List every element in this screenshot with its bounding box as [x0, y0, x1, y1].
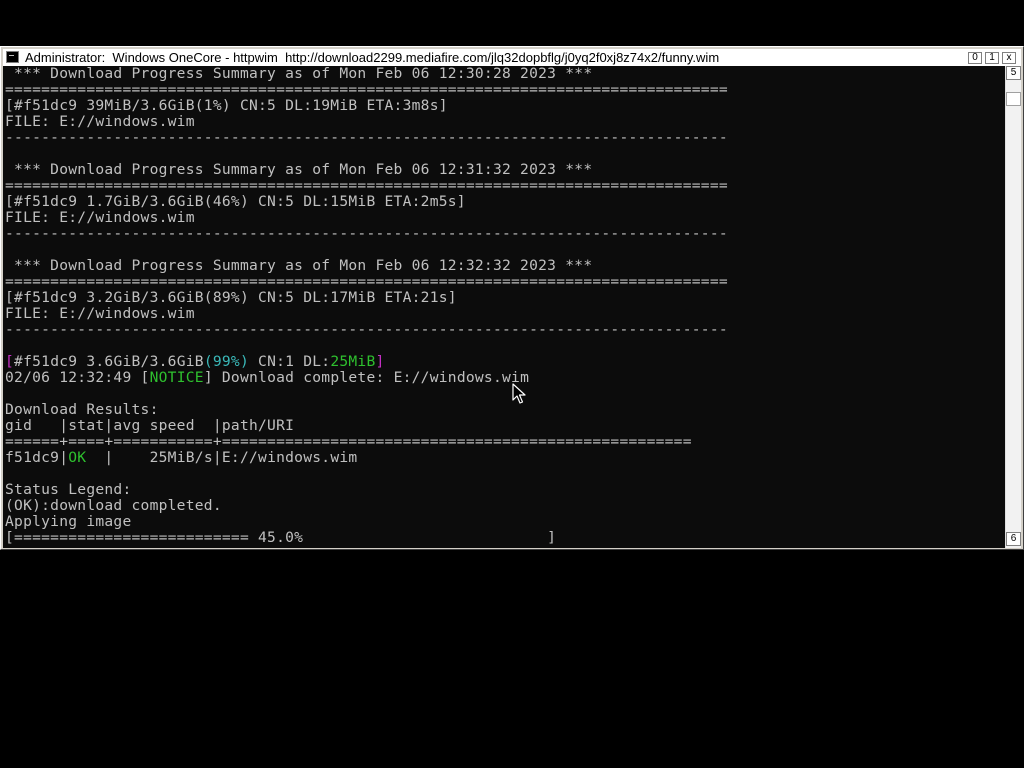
terminal-line: [========================== 45.0% ]: [5, 530, 728, 546]
terminal-line: FILE: E://windows.wim: [5, 114, 728, 130]
scroll-up-button[interactable]: 5: [1006, 66, 1021, 80]
terminal-text-segment: *** Download Progress Summary as of Mon …: [5, 257, 593, 274]
maximize-button[interactable]: 1: [985, 52, 999, 64]
scroll-thumb[interactable]: [1006, 92, 1021, 106]
terminal-line: ========================================…: [5, 82, 728, 98]
terminal-text-segment: NOTICE: [149, 369, 204, 386]
scroll-down-button[interactable]: 6: [1006, 532, 1021, 546]
terminal-text-segment: gid |stat|avg speed |path/URI: [5, 417, 295, 434]
terminal-text-segment: 25MiB: [330, 353, 376, 370]
terminal-text-segment: ]: [375, 353, 385, 370]
terminal-text-segment: ----------------------------------------…: [5, 225, 728, 242]
terminal-line: [#f51dc9 1.7GiB/3.6GiB(46%) CN:5 DL:15Mi…: [5, 194, 728, 210]
terminal-output[interactable]: *** Download Progress Summary as of Mon …: [3, 66, 1005, 548]
terminal-text-segment: [#f51dc9 39MiB/3.6GiB(1%) CN:5 DL:19MiB …: [5, 97, 448, 114]
terminal-line: ----------------------------------------…: [5, 130, 728, 146]
terminal-text-segment: [#f51dc9 1.7GiB/3.6GiB(46%) CN:5 DL:15Mi…: [5, 193, 466, 210]
terminal-line: ========================================…: [5, 274, 728, 290]
terminal-text-segment: 02/06 12:32:49 [: [5, 369, 150, 386]
vertical-scrollbar[interactable]: 5 6: [1005, 66, 1021, 548]
terminal-line: Applying image: [5, 514, 728, 530]
terminal-text-segment: ] Download complete: E://windows.wim: [203, 369, 530, 386]
terminal-text-segment: ========================================…: [5, 177, 728, 194]
terminal-text-segment: FILE: E://windows.wim: [5, 305, 195, 322]
terminal-text-segment: CN:1 DL:: [249, 353, 331, 370]
terminal-line: *** Download Progress Summary as of Mon …: [5, 162, 728, 178]
terminal-line: [#f51dc9 3.6GiB/3.6GiB(99%) CN:1 DL:25Mi…: [5, 354, 728, 370]
terminal-line: *** Download Progress Summary as of Mon …: [5, 258, 728, 274]
console-window: Administrator: Windows OneCore - httpwim…: [0, 46, 1024, 550]
terminal-text-segment: [: [5, 353, 15, 370]
terminal-text-segment: (99%): [203, 353, 249, 370]
terminal-line: Download Results:: [5, 402, 728, 418]
terminal-text-segment: *** Download Progress Summary as of Mon …: [5, 66, 593, 82]
terminal-line: *** Download Progress Summary as of Mon …: [5, 66, 728, 82]
terminal-text-segment: #f51dc9 3.6GiB/3.6GiB: [14, 353, 204, 370]
terminal-line: ----------------------------------------…: [5, 226, 728, 242]
terminal-text-segment: FILE: E://windows.wim: [5, 113, 195, 130]
terminal-text-segment: ----------------------------------------…: [5, 321, 728, 338]
terminal-text-segment: OK: [68, 449, 87, 466]
terminal-text-segment: FILE: E://windows.wim: [5, 209, 195, 226]
terminal-line: gid |stat|avg speed |path/URI: [5, 418, 728, 434]
terminal-text-segment: Applying image: [5, 513, 132, 530]
terminal-line: ========================================…: [5, 178, 728, 194]
terminal-text-segment: *** Download Progress Summary as of Mon …: [5, 161, 593, 178]
console-app-icon: [6, 51, 19, 63]
mouse-cursor-icon: [512, 383, 526, 404]
terminal-line: [#f51dc9 3.2GiB/3.6GiB(89%) CN:5 DL:17Mi…: [5, 290, 728, 306]
terminal-lines: *** Download Progress Summary as of Mon …: [5, 66, 728, 546]
terminal-line: (OK):download completed.: [5, 498, 728, 514]
terminal-text-segment: [#f51dc9 3.2GiB/3.6GiB(89%) CN:5 DL:17Mi…: [5, 289, 457, 306]
terminal-line: 02/06 12:32:49 [NOTICE] Download complet…: [5, 370, 728, 386]
terminal-text-segment: ----------------------------------------…: [5, 129, 728, 146]
window-title: Administrator: Windows OneCore - httpwim…: [25, 50, 720, 65]
title-bar[interactable]: Administrator: Windows OneCore - httpwim…: [3, 49, 1021, 66]
terminal-text-segment: f51dc9|: [5, 449, 69, 466]
close-button[interactable]: x: [1002, 52, 1016, 64]
terminal-line: ======+====+===========+================…: [5, 434, 728, 450]
terminal-line: Status Legend:: [5, 482, 728, 498]
terminal-text-segment: [========================== 45.0% ]: [5, 529, 557, 546]
terminal-line: f51dc9|OK | 25MiB/s|E://windows.wim: [5, 450, 728, 466]
terminal-text-segment: Download Results:: [5, 401, 159, 418]
terminal-text-segment: ======+====+===========+================…: [5, 433, 692, 450]
terminal-line: [#f51dc9 39MiB/3.6GiB(1%) CN:5 DL:19MiB …: [5, 98, 728, 114]
terminal-text-segment: ========================================…: [5, 81, 728, 98]
terminal-text-segment: ========================================…: [5, 273, 728, 290]
terminal-text-segment: | 25MiB/s|E://windows.wim: [86, 449, 358, 466]
terminal-line: ----------------------------------------…: [5, 322, 728, 338]
minimize-button[interactable]: 0: [968, 52, 982, 64]
terminal-line: FILE: E://windows.wim: [5, 210, 728, 226]
terminal-text-segment: (OK):download completed.: [5, 497, 222, 514]
terminal-text-segment: Status Legend:: [5, 481, 132, 498]
terminal-line: FILE: E://windows.wim: [5, 306, 728, 322]
